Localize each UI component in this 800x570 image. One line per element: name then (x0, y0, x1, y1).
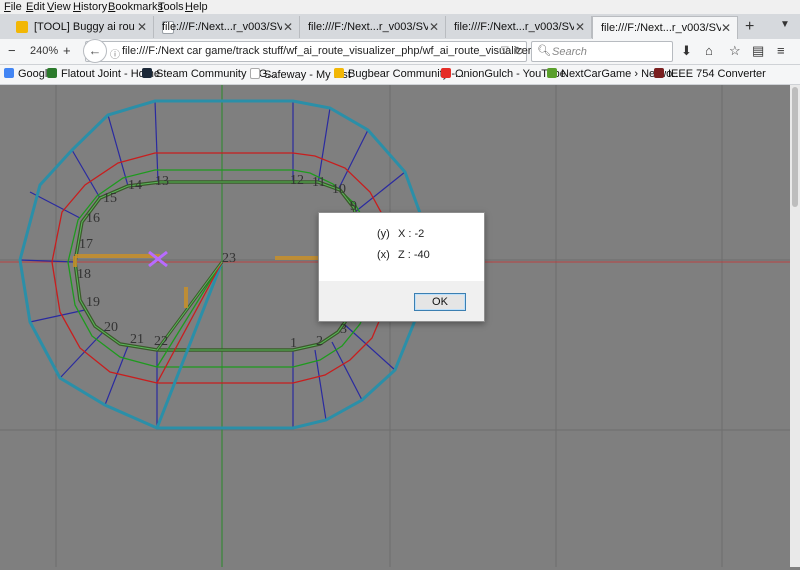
node-label: 10 (332, 182, 346, 197)
reading-list-icon[interactable]: ▤ (752, 43, 764, 59)
close-icon[interactable]: ✕ (137, 20, 147, 34)
dialog-x-axis-label: (x) (377, 249, 390, 261)
page-content[interactable]: 1 2 3 9 10 11 12 13 14 15 16 17 18 19 20… (0, 85, 790, 567)
page-icon (250, 68, 260, 79)
bookmark-star-icon[interactable]: ☆ (729, 43, 741, 59)
tab-svg-2[interactable]: file:///F:/Next...r_v003/SVG.html ✕ (300, 16, 446, 38)
node-label: 16 (86, 211, 100, 226)
tab-label: [TOOL] Buggy ai route visu... (34, 21, 134, 33)
node-label: 2 (316, 334, 323, 349)
search-box[interactable]: 🔍︎ Search (531, 41, 673, 62)
pacman-icon (16, 21, 28, 33)
zoom-in-button[interactable]: + (63, 43, 71, 58)
tab-label: file:///F:/Next...r_v003/SVG.html (454, 21, 574, 33)
node-label: 15 (103, 191, 117, 206)
download-icon[interactable]: ⬇ (681, 43, 692, 59)
search-placeholder: Search (552, 46, 587, 58)
menu-help[interactable]: Help (185, 1, 208, 13)
url-dropdown-icon[interactable]: ▽ (501, 45, 509, 56)
zoom-level[interactable]: 240% (30, 45, 58, 57)
zoom-out-button[interactable]: − (8, 43, 16, 58)
tab-svg-active[interactable]: file:///F:/Next...r_v003/SVG.html ✕ (592, 16, 738, 40)
alert-dialog: (y) X : -2 (x) Z : -40 OK (318, 212, 485, 322)
tab-label: file:///F:/Next...r_v003/SVG.html (162, 21, 282, 33)
node-label: 11 (312, 175, 325, 190)
node-label: 18 (77, 267, 91, 282)
node-label: 19 (86, 295, 100, 310)
menu-view[interactable]: View (47, 1, 71, 13)
steam-icon (142, 68, 152, 78)
menu-history[interactable]: History (73, 1, 107, 13)
dialog-y-axis-label: (y) (377, 228, 390, 240)
back-button[interactable]: ← (83, 39, 107, 63)
reload-icon[interactable]: ↻ (514, 44, 524, 58)
ieee-icon (654, 68, 664, 78)
tab-label: file:///F:/Next...r_v003/SVG.html (601, 22, 721, 34)
node-label: 3 (340, 322, 347, 337)
node-label: 12 (290, 173, 304, 188)
tab-label: file:///F:/Next...r_v003/SVG.html (308, 21, 428, 33)
home-icon[interactable]: ⌂ (705, 43, 713, 58)
page-info-icon[interactable]: ⓘ (110, 46, 120, 61)
node-label: 14 (128, 178, 142, 193)
node-label: 17 (79, 237, 93, 252)
node-label: 23 (222, 251, 236, 266)
close-icon[interactable]: ✕ (575, 20, 585, 34)
close-icon[interactable]: ✕ (429, 20, 439, 34)
tab-bar: [TOOL] Buggy ai route visu... ✕ file:///… (0, 14, 800, 40)
tab-svg-1[interactable]: file:///F:/Next...r_v003/SVG.html ✕ (154, 16, 300, 38)
youtube-icon (441, 68, 451, 78)
node-label: 22 (154, 334, 168, 349)
url-bar[interactable]: ← ⓘ file:///F:/Next car game/track stuff… (83, 39, 612, 63)
search-icon: 🔍︎ (537, 45, 551, 57)
flatout-icon (47, 68, 57, 78)
node-label: 20 (104, 320, 118, 335)
node-label: 1 (290, 336, 297, 351)
dialog-x-value: X : -2 (398, 228, 425, 240)
close-icon[interactable]: ✕ (283, 20, 293, 34)
close-icon[interactable]: ✕ (721, 21, 731, 35)
node-label: 21 (130, 332, 144, 347)
canvas-background (0, 85, 790, 567)
pacman-icon (334, 68, 344, 78)
bookmarks-toolbar: Google Flatout Joint - Home Steam Commun… (0, 65, 800, 85)
tab-tool-buggy[interactable]: [TOOL] Buggy ai route visu... ✕ (8, 16, 154, 38)
menu-hamburger-icon[interactable]: ≡ (777, 43, 785, 58)
google-icon (4, 68, 14, 78)
vertical-scrollbar[interactable] (790, 85, 800, 567)
route-visualizer-canvas[interactable]: 1 2 3 9 10 11 12 13 14 15 16 17 18 19 20… (0, 85, 790, 567)
menu-file[interactable]: File (4, 1, 22, 13)
new-tab-button[interactable]: + (745, 18, 754, 36)
node-label: 13 (155, 174, 169, 189)
nextcargame-icon (547, 68, 557, 78)
dialog-z-value: Z : -40 (398, 249, 430, 261)
menu-tools[interactable]: Tools (158, 1, 184, 13)
menu-bookmarks[interactable]: Bookmarks (108, 1, 163, 13)
tab-list-chevron-icon[interactable]: ▼ (780, 19, 790, 30)
bookmark-ieee[interactable]: IEEE 754 Converter (654, 68, 766, 80)
menu-bar: File Edit View History Bookmarks Tools H… (0, 0, 800, 14)
tab-svg-3[interactable]: file:///F:/Next...r_v003/SVG.html ✕ (446, 16, 592, 38)
ok-button[interactable]: OK (414, 293, 466, 311)
scrollbar-thumb[interactable] (792, 87, 798, 207)
menu-edit[interactable]: Edit (26, 1, 45, 13)
nav-bar: − 240% + ← ⓘ file:///F:/Next car game/tr… (0, 39, 800, 65)
